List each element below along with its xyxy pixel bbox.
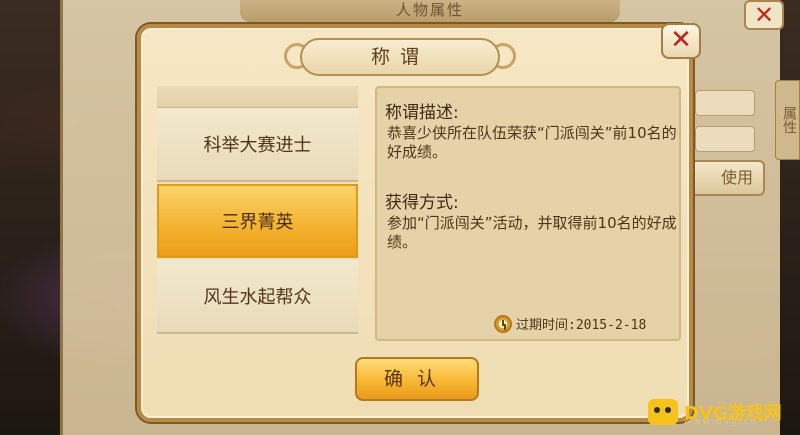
description-heading: 称谓描述: — [385, 103, 459, 123]
dialog-title: 称谓 — [300, 38, 500, 76]
clock-icon — [494, 314, 512, 333]
close-x-icon: ✕ — [670, 25, 692, 55]
right-side-tab[interactable]: 属性 — [775, 80, 800, 160]
background-panel-title: 人物属性 — [240, 0, 620, 22]
watermark: DVG游戏网 www.dvg.cn — [648, 392, 798, 432]
title-list: 科举大赛进士 三界菁英 风生水起帮众 — [157, 86, 358, 336]
background-field — [695, 90, 755, 116]
title-item-keju[interactable]: 科举大赛进士 — [157, 108, 358, 182]
list-top-strip — [157, 86, 358, 108]
expire-label: 过期时间:2015-2-18 — [516, 318, 647, 333]
confirm-button[interactable]: 确认 — [355, 357, 479, 401]
description-panel: 称谓描述: 恭喜少侠所在队伍荣获“门派闯关”前10名的好成绩。 获得方式: 参加… — [375, 86, 681, 341]
method-heading: 获得方式: — [385, 193, 459, 213]
close-button[interactable]: ✕ — [661, 23, 701, 59]
expire-time: 过期时间:2015-2-18 — [494, 314, 646, 333]
method-text: 参加“门派闯关”活动，并取得前10名的好成绩。 — [387, 214, 677, 251]
background-close-icon[interactable]: ✕ — [744, 0, 784, 30]
description-text: 恭喜少侠所在队伍荣获“门派闯关”前10名的好成绩。 — [387, 124, 677, 161]
use-button[interactable]: 使用 — [690, 160, 765, 196]
title-item-sanjie-selected[interactable]: 三界菁英 — [157, 184, 358, 258]
dvg-logo-icon — [648, 399, 678, 425]
watermark-url: www.dvg.cn — [684, 417, 759, 427]
background-field — [695, 126, 755, 152]
title-item-fengsheng[interactable]: 风生水起帮众 — [157, 260, 358, 334]
